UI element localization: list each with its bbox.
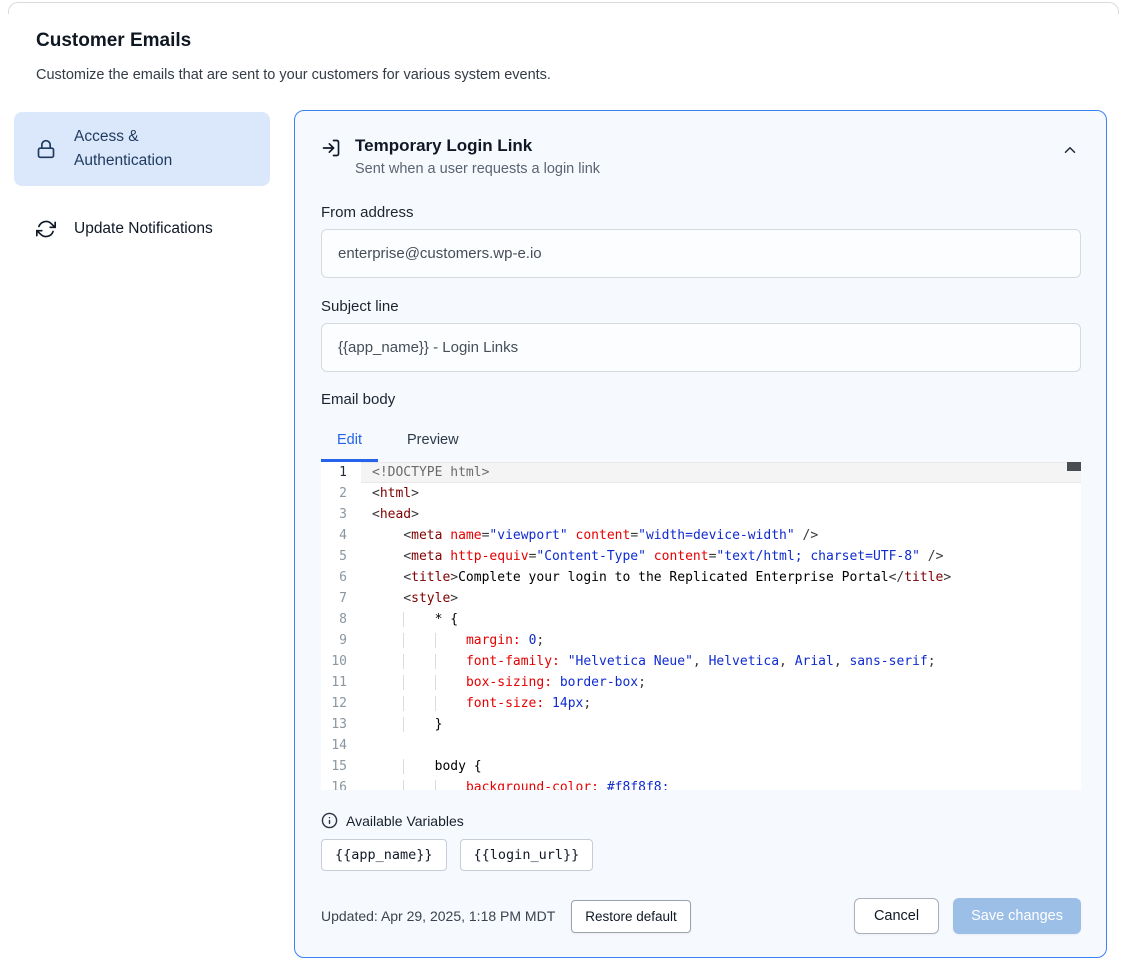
line-number: 11 [321,672,347,693]
info-icon [321,812,338,829]
line-number: 3 [321,504,347,525]
editor-code[interactable]: <!DOCTYPE html><html><head> <meta name="… [361,462,1081,790]
lock-icon [36,139,56,159]
from-address-input[interactable] [321,229,1081,278]
panel-footer: Updated: Apr 29, 2025, 1:18 PM MDT Resto… [321,898,1081,934]
line-number: 14 [321,735,347,756]
subject-line-input[interactable] [321,323,1081,372]
code-editor: 12345678910111213141516 <!DOCTYPE html><… [321,462,1081,790]
code-line[interactable]: <head> [361,504,1081,525]
code-line[interactable]: background-color: #f8f8f8; [361,777,1081,790]
panel-header: Temporary Login Link Sent when a user re… [321,135,1081,177]
line-number: 13 [321,714,347,735]
sidebar-item-label: Access & Authentication [74,125,224,173]
sidebar-item-access-authentication[interactable]: Access & Authentication [14,112,270,186]
code-line[interactable]: font-size: 14px; [361,693,1081,714]
chevron-up-icon [1061,141,1079,159]
variable-chip-login-url[interactable]: {{login_url}} [460,839,594,871]
available-variables-header: Available Variables [321,812,1081,829]
panel-subtitle: Sent when a user requests a login link [355,161,600,177]
cancel-button[interactable]: Cancel [854,898,939,934]
code-line[interactable]: <meta http-equiv="Content-Type" content=… [361,546,1081,567]
login-link-icon [321,135,341,177]
sidebar-item-label: Update Notifications [74,217,213,241]
editor-gutter: 12345678910111213141516 [321,462,361,790]
line-number: 16 [321,777,347,790]
variable-chips: {{app_name}} {{login_url}} [321,839,1081,871]
line-number: 1 [321,462,347,483]
restore-default-button[interactable]: Restore default [571,900,691,933]
line-number: 5 [321,546,347,567]
line-number: 10 [321,651,347,672]
from-address-label: From address [321,204,1081,221]
line-number: 6 [321,567,347,588]
editor-scrollbar-thumb[interactable] [1067,462,1081,471]
email-settings-panel: Temporary Login Link Sent when a user re… [294,110,1107,958]
code-line[interactable]: } [361,714,1081,735]
editor-tabs: Edit Preview [321,419,1081,462]
code-line[interactable]: <meta name="viewport" content="width=dev… [361,525,1081,546]
email-body-label: Email body [321,391,1081,408]
updated-timestamp: Updated: Apr 29, 2025, 1:18 PM MDT [321,908,555,924]
sidebar-item-update-notifications[interactable]: Update Notifications [14,199,270,259]
tab-edit[interactable]: Edit [321,419,378,462]
code-line[interactable]: <style> [361,588,1081,609]
code-line[interactable]: margin: 0; [361,630,1081,651]
available-variables-label: Available Variables [346,813,464,829]
line-number: 9 [321,630,347,651]
code-line[interactable]: box-sizing: border-box; [361,672,1081,693]
line-number: 12 [321,693,347,714]
panel-title: Temporary Login Link [355,135,600,157]
code-line[interactable]: <title>Complete your login to the Replic… [361,567,1081,588]
card-top-edge [8,2,1119,14]
page-title: Customer Emails [36,30,191,52]
line-number: 4 [321,525,347,546]
page-subtitle: Customize the emails that are sent to yo… [36,67,551,83]
line-number: 2 [321,483,347,504]
code-line[interactable]: font-family: "Helvetica Neue", Helvetica… [361,651,1081,672]
variable-chip-app-name[interactable]: {{app_name}} [321,839,447,871]
tab-preview[interactable]: Preview [391,419,475,462]
line-number: 15 [321,756,347,777]
code-line[interactable]: <!DOCTYPE html> [361,462,1081,483]
code-line[interactable]: body { [361,756,1081,777]
collapse-section-button[interactable] [1061,141,1079,159]
line-number: 7 [321,588,347,609]
panel-header-text: Temporary Login Link Sent when a user re… [355,135,600,177]
email-types-sidebar: Access & Authentication Update Notificat… [14,112,270,259]
code-line[interactable] [361,735,1081,756]
subject-line-label: Subject line [321,298,1081,315]
refresh-icon [36,219,56,239]
code-line[interactable]: <html> [361,483,1081,504]
save-changes-button[interactable]: Save changes [953,898,1081,934]
line-number: 8 [321,609,347,630]
code-line[interactable]: * { [361,609,1081,630]
